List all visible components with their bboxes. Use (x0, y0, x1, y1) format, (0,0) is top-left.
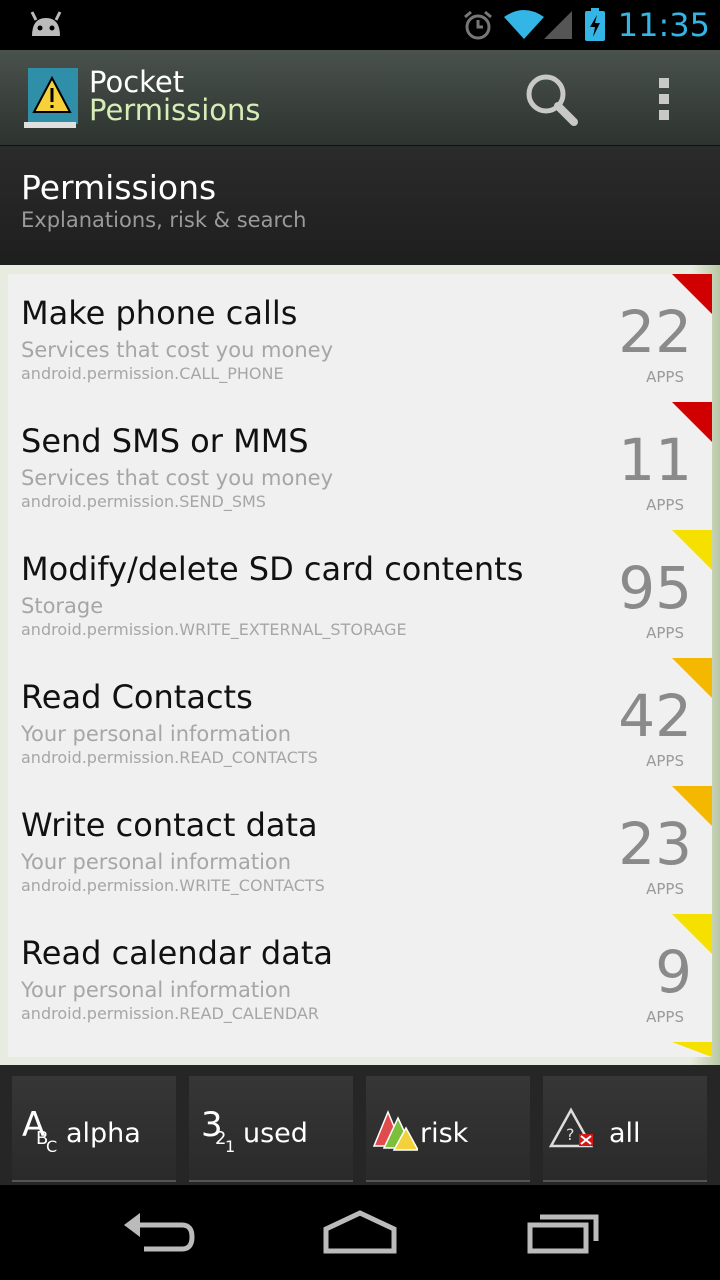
permission-title: Read calendar data (21, 934, 333, 972)
alpha-sort-icon: A B C (22, 1106, 57, 1152)
overflow-menu-button[interactable] (650, 74, 678, 124)
permission-id: android.permission.WRITE_EXTERNAL_STORAG… (21, 620, 407, 639)
search-button[interactable] (520, 68, 584, 132)
apps-label: APPS (646, 624, 684, 642)
clock: 11:35 (617, 6, 710, 44)
status-bar: 11:35 (0, 0, 720, 50)
permission-category: Your personal information (21, 850, 292, 874)
permission-category: Services that cost you money (21, 338, 334, 362)
permission-title: Send SMS or MMS (21, 422, 309, 460)
permission-row[interactable]: Read Contacts Your personal information … (8, 658, 712, 786)
wifi-icon (503, 10, 544, 39)
risk-sort-icon (372, 1110, 418, 1151)
apps-label: APPS (646, 1008, 684, 1026)
back-button[interactable] (120, 1207, 200, 1257)
svg-text:1: 1 (225, 1137, 235, 1152)
risk-flag (672, 658, 712, 698)
permission-category: Storage (21, 594, 104, 618)
navigation-bar (0, 1185, 720, 1280)
signal-icon (543, 11, 572, 39)
tab-alpha[interactable]: A B C alpha (12, 1076, 176, 1182)
permission-title: Make phone calls (21, 294, 298, 332)
risk-flag (672, 530, 712, 570)
alarm-icon (463, 10, 492, 40)
page-title: Permissions (21, 168, 217, 207)
permission-row[interactable]: Make phone calls Services that cost you … (8, 274, 712, 402)
sort-tab-bar: A B C alpha 3 2 1 used risk ? all (0, 1065, 720, 1185)
apps-label: APPS (646, 880, 684, 898)
permission-category: Your personal information (21, 722, 292, 746)
risk-flag (672, 914, 712, 954)
permission-row[interactable]: Modify/delete SD card contents Storage a… (8, 530, 712, 658)
android-notification-icon (30, 11, 62, 36)
permission-row[interactable]: Read calendar data Your personal informa… (8, 914, 712, 1042)
permission-id: android.permission.WRITE_CONTACTS (21, 876, 325, 895)
permission-row-partial[interactable] (8, 1042, 712, 1057)
permission-title: Write contact data (21, 806, 318, 844)
action-bar: Pocket Permissions (0, 50, 720, 146)
app-title-line1: Pocket (89, 65, 185, 99)
permission-id: android.permission.READ_CONTACTS (21, 748, 318, 767)
tab-risk[interactable]: risk (366, 1076, 530, 1182)
tab-used[interactable]: 3 2 1 used (189, 1076, 353, 1182)
tab-risk-label: risk (420, 1118, 469, 1149)
svg-text:?: ? (566, 1125, 575, 1144)
tab-used-label: used (243, 1118, 308, 1149)
tab-all[interactable]: ? all (543, 1076, 707, 1182)
app-title-line2: Permissions (89, 93, 261, 127)
app-logo-icon (24, 68, 78, 128)
app-title: Pocket Permissions (89, 65, 261, 127)
tab-all-label: all (609, 1118, 641, 1149)
risk-flag (672, 402, 712, 442)
usage-sort-icon: 3 2 1 (201, 1106, 235, 1152)
permission-title: Read Contacts (21, 678, 253, 716)
permission-id: android.permission.SEND_SMS (21, 492, 266, 511)
section-header: Permissions Explanations, risk & search (0, 146, 720, 265)
risk-flag (672, 274, 712, 314)
apps-label: APPS (646, 496, 684, 514)
permission-list[interactable]: Make phone calls Services that cost you … (8, 274, 712, 1057)
all-filter-icon: ? (549, 1107, 594, 1148)
permission-id: android.permission.CALL_PHONE (21, 364, 284, 383)
apps-label: APPS (646, 368, 684, 386)
recent-apps-button[interactable] (522, 1207, 602, 1257)
risk-flag (672, 1042, 712, 1057)
page-subtitle: Explanations, risk & search (21, 208, 307, 232)
home-button[interactable] (320, 1207, 400, 1257)
permission-id: android.permission.READ_CALENDAR (21, 1004, 319, 1023)
battery-charging-icon (584, 8, 605, 41)
apps-label: APPS (646, 752, 684, 770)
permission-category: Services that cost you money (21, 466, 334, 490)
permission-title: Modify/delete SD card contents (21, 550, 524, 588)
svg-text:C: C (46, 1137, 57, 1152)
permission-row[interactable]: Write contact data Your personal informa… (8, 786, 712, 914)
permission-list-container: Make phone calls Services that cost you … (0, 265, 720, 1065)
permission-category: Your personal information (21, 978, 292, 1002)
tab-alpha-label: alpha (66, 1118, 141, 1149)
permission-row[interactable]: Send SMS or MMS Services that cost you m… (8, 402, 712, 530)
risk-flag (672, 786, 712, 826)
